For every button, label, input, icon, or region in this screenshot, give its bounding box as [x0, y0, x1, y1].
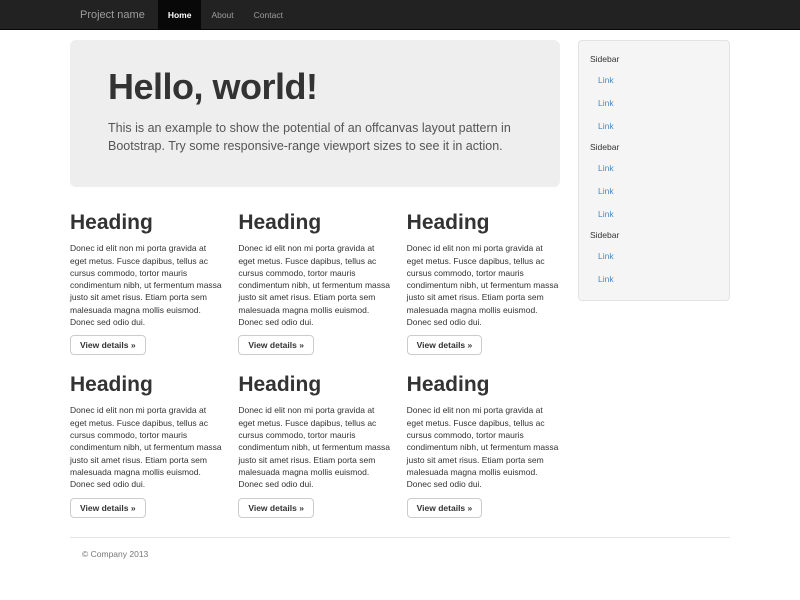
jumbotron: Hello, world! This is an example to show… [70, 40, 560, 187]
view-details-button[interactable]: View details » [70, 335, 146, 355]
card-body-text: Donec id elit non mi porta gravida at eg… [70, 404, 223, 490]
card-heading: Heading [70, 373, 223, 396]
sidebar-link[interactable]: Link [579, 267, 729, 290]
sidebar-link[interactable]: Link [579, 68, 729, 91]
sidebar: Sidebar Link Link Link Sidebar Link Link… [578, 40, 730, 301]
card-body-text: Donec id elit non mi porta gravida at eg… [70, 242, 223, 328]
card-heading: Heading [238, 373, 391, 396]
main-content: Hello, world! This is an example to show… [70, 40, 560, 518]
card-body-text: Donec id elit non mi porta gravida at eg… [407, 242, 560, 328]
sidebar-link[interactable]: Link [579, 156, 729, 179]
navbar-brand[interactable]: Project name [70, 0, 155, 29]
card-heading: Heading [407, 373, 560, 396]
page-title: Hello, world! [108, 67, 522, 107]
card-body-text: Donec id elit non mi porta gravida at eg… [238, 242, 391, 328]
card-heading: Heading [70, 211, 223, 234]
cards-row-2: Heading Donec id elit non mi porta gravi… [70, 373, 560, 517]
article-card: Heading Donec id elit non mi porta gravi… [70, 211, 223, 355]
article-card: Heading Donec id elit non mi porta gravi… [238, 211, 391, 355]
main-row: Hello, world! This is an example to show… [70, 40, 730, 518]
sidebar-group: Sidebar Link Link [579, 225, 729, 290]
view-details-button[interactable]: View details » [407, 335, 483, 355]
card-body-text: Donec id elit non mi porta gravida at eg… [238, 404, 391, 490]
card-heading: Heading [407, 211, 560, 234]
article-card: Heading Donec id elit non mi porta gravi… [70, 373, 223, 517]
view-details-button[interactable]: View details » [407, 498, 483, 518]
sidebar-group-title: Sidebar [579, 49, 729, 68]
sidebar-link[interactable]: Link [579, 179, 729, 202]
article-card: Heading Donec id elit non mi porta gravi… [407, 373, 560, 517]
sidebar-link[interactable]: Link [579, 91, 729, 114]
sidebar-link[interactable]: Link [579, 114, 729, 137]
nav-item-contact[interactable]: Contact [244, 0, 293, 29]
sidebar-link[interactable]: Link [579, 244, 729, 267]
sidebar-group-title: Sidebar [579, 225, 729, 244]
sidebar-link[interactable]: Link [579, 202, 729, 225]
sidebar-group: Sidebar Link Link Link [579, 137, 729, 225]
card-heading: Heading [238, 211, 391, 234]
view-details-button[interactable]: View details » [70, 498, 146, 518]
card-body-text: Donec id elit non mi porta gravida at eg… [407, 404, 560, 490]
jumbotron-description: This is an example to show the potential… [108, 119, 522, 157]
footer: © Company 2013 [70, 537, 730, 599]
cards-row-1: Heading Donec id elit non mi porta gravi… [70, 211, 560, 355]
article-card: Heading Donec id elit non mi porta gravi… [407, 211, 560, 355]
navbar: Project name Home About Contact [0, 0, 800, 30]
navbar-nav: Home About Contact [158, 0, 293, 29]
article-card: Heading Donec id elit non mi porta gravi… [238, 373, 391, 517]
view-details-button[interactable]: View details » [238, 498, 314, 518]
page-container: Hello, world! This is an example to show… [70, 40, 730, 599]
copyright-text: © Company 2013 [82, 549, 718, 559]
nav-item-about[interactable]: About [201, 0, 243, 29]
navbar-container: Project name Home About Contact [70, 0, 730, 29]
sidebar-group: Sidebar Link Link Link [579, 49, 729, 137]
view-details-button[interactable]: View details » [238, 335, 314, 355]
nav-item-home[interactable]: Home [158, 0, 202, 29]
sidebar-group-title: Sidebar [579, 137, 729, 156]
